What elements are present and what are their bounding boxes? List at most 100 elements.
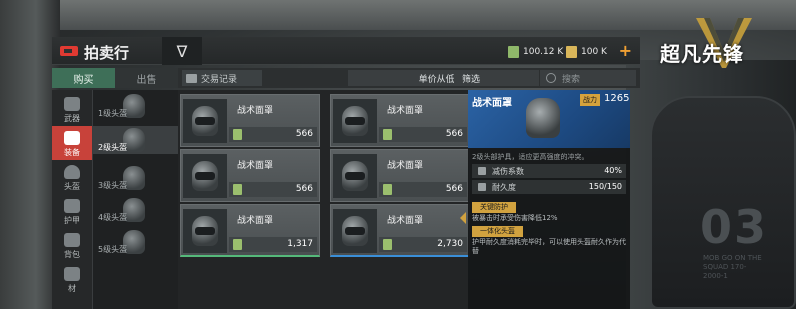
item-price: 566 (445, 184, 463, 194)
price-bar: 566 (229, 182, 317, 197)
listing-card[interactable]: 战术面罩 566 (330, 149, 470, 202)
item-price: 2,730 (437, 239, 463, 249)
listing-grid: 战术面罩 566 战术面罩 566 战术面罩 566 战术面罩 566 战术面罩… (178, 90, 470, 309)
subcategory-helmet-1[interactable]: 1级头盔 (93, 92, 178, 120)
category-material[interactable]: 材 (52, 262, 92, 296)
buy-sell-tabs: 购买 出售 (52, 68, 178, 88)
price-bar: 566 (229, 127, 317, 142)
item-image (183, 209, 227, 253)
item-name: 战术面罩 (237, 161, 274, 171)
subcategory-helmet-5[interactable]: 5级头盔 (93, 228, 178, 256)
material-icon (64, 267, 80, 281)
top-bar: 拍卖行 ∇ 100.12 K 100 K + (52, 37, 640, 65)
price-bar: 1,317 (229, 237, 317, 252)
category-equipment[interactable]: 装备 (52, 126, 92, 160)
item-price: 566 (295, 184, 313, 194)
cash-icon (383, 239, 392, 250)
filter-button[interactable]: 筛选 (454, 70, 539, 86)
detail-header: 战术面罩 战力 1265 (468, 90, 630, 148)
listing-toolbar: 交易记录 单价从低到高 ▾ 筛选 搜索 (178, 68, 640, 88)
tab-sell[interactable]: 出售 (115, 68, 178, 88)
visor (345, 227, 365, 235)
cash-icon (233, 239, 242, 250)
listing-card[interactable]: 战术面罩 566 (180, 94, 320, 147)
logo-text: 超凡先锋 (660, 42, 744, 66)
listing-card[interactable]: 战术面罩 2,730 (330, 204, 470, 257)
game-logo: 超凡先锋 (660, 18, 790, 74)
category-helmet[interactable]: 头盔 (52, 160, 92, 194)
category-weapon[interactable]: 武器 (52, 92, 92, 126)
item-image (333, 154, 377, 198)
tab-buy[interactable]: 购买 (52, 68, 115, 88)
cash-icon (233, 184, 242, 195)
category-sidebar: 武器 装备 头盔 护甲 背包 材 (52, 90, 92, 309)
vest-icon (64, 131, 80, 145)
item-image (183, 154, 227, 198)
visor (195, 227, 215, 235)
cash-icon (508, 46, 519, 58)
currency-2: 100 K (566, 45, 607, 59)
subcategory-helmet-3[interactable]: 3级头盔 (93, 164, 178, 192)
stat-label: 耐久度 (492, 183, 516, 192)
stat-value: 150/150 (588, 182, 622, 191)
add-currency-button[interactable]: + (619, 41, 632, 60)
vest-print: MOB GO ON THE SQUAD 170-2000-1 (703, 254, 762, 280)
price-bar: 566 (379, 127, 467, 142)
search-input[interactable]: 搜索 (540, 70, 636, 86)
price-bar: 2,730 (379, 237, 467, 252)
visor (345, 172, 365, 180)
page-title: 拍卖行 (84, 44, 130, 62)
item-name: 战术面罩 (387, 161, 424, 171)
helmet-icon (64, 165, 80, 179)
currency-1-value: 100.12 K (523, 47, 564, 57)
cash-icon (383, 184, 392, 195)
subcategory-helmet-2[interactable]: 2级头盔 (93, 126, 178, 154)
subcategory-helmet-4[interactable]: 4级头盔 (93, 196, 178, 224)
power-badge: 战力 (580, 94, 600, 106)
cash-icon (383, 129, 392, 140)
item-description: 2级头部护具，适应更高强度的冲突。 (472, 153, 589, 161)
vest-number: 03 (700, 200, 769, 254)
stat-row: 耐久度 150/150 (472, 180, 626, 194)
item-price: 566 (295, 129, 313, 139)
menu-button[interactable]: ∇ (162, 37, 202, 65)
item-name: 战术面罩 (237, 106, 274, 116)
record-icon (186, 73, 197, 83)
item-image (183, 99, 227, 143)
perk-description: 被暴击时承受伤害降低12% (472, 214, 558, 222)
stat-row: 减伤系数 40% (472, 164, 626, 178)
menu-glyph: ∇ (176, 41, 188, 61)
visor (345, 117, 365, 125)
listing-card[interactable]: 战术面罩 566 (330, 94, 470, 147)
trade-record-button[interactable]: 交易记录 (182, 70, 262, 86)
item-name: 战术面罩 (387, 106, 424, 116)
armor-icon (64, 199, 80, 213)
mask-icon (526, 98, 560, 138)
item-image (333, 99, 377, 143)
price-bar: 566 (379, 182, 467, 197)
item-name: 战术面罩 (237, 216, 274, 226)
backpack-icon (64, 233, 80, 247)
durability-icon (478, 183, 486, 191)
item-price: 566 (445, 129, 463, 139)
cash-icon (233, 129, 242, 140)
stat-value: 40% (604, 166, 622, 175)
item-name: 战术面罩 (387, 216, 424, 226)
detail-item-name: 战术面罩 (472, 98, 512, 109)
listing-card[interactable]: 战术面罩 1,317 (180, 204, 320, 257)
subcategory-list: 1级头盔 2级头盔 3级头盔 4级头盔 5级头盔 (93, 90, 178, 309)
auction-icon (60, 46, 78, 56)
listing-card[interactable]: 战术面罩 566 (180, 149, 320, 202)
gun-icon (64, 97, 80, 111)
category-armor[interactable]: 护甲 (52, 194, 92, 228)
currency-2-value: 100 K (581, 47, 607, 57)
perk-tag: 一体化头盔 (472, 226, 523, 237)
visor (195, 172, 215, 180)
shield-icon (478, 167, 486, 175)
item-image (333, 209, 377, 253)
power-value: 1265 (604, 93, 630, 104)
pointer-arrow-icon (460, 212, 466, 224)
item-detail-panel: 战术面罩 战力 1265 2级头部护具，适应更高强度的冲突。 减伤系数 40% … (468, 90, 630, 309)
category-backpack[interactable]: 背包 (52, 228, 92, 262)
visor (195, 117, 215, 125)
